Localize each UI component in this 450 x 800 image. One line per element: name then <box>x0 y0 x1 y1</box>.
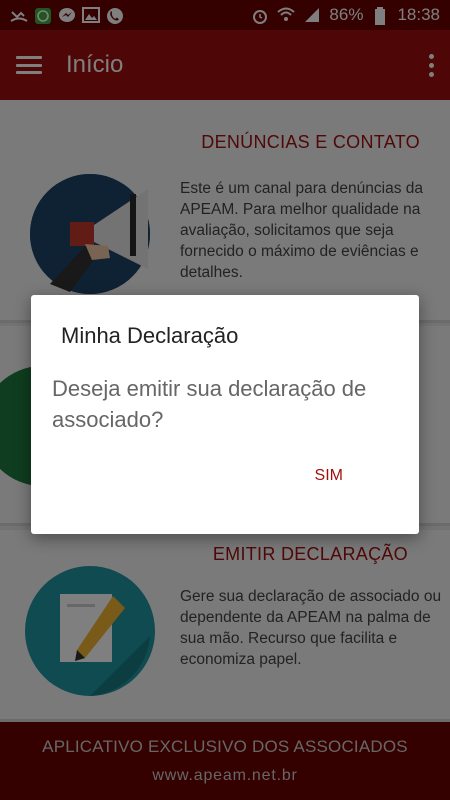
dialog-message: Deseja emitir sua declaração de associad… <box>52 376 367 432</box>
declaration-dialog: Minha Declaração Deseja emitir sua decla… <box>31 295 419 534</box>
dialog-title: Minha Declaração <box>61 323 239 348</box>
confirm-button[interactable]: SIM <box>309 463 349 489</box>
